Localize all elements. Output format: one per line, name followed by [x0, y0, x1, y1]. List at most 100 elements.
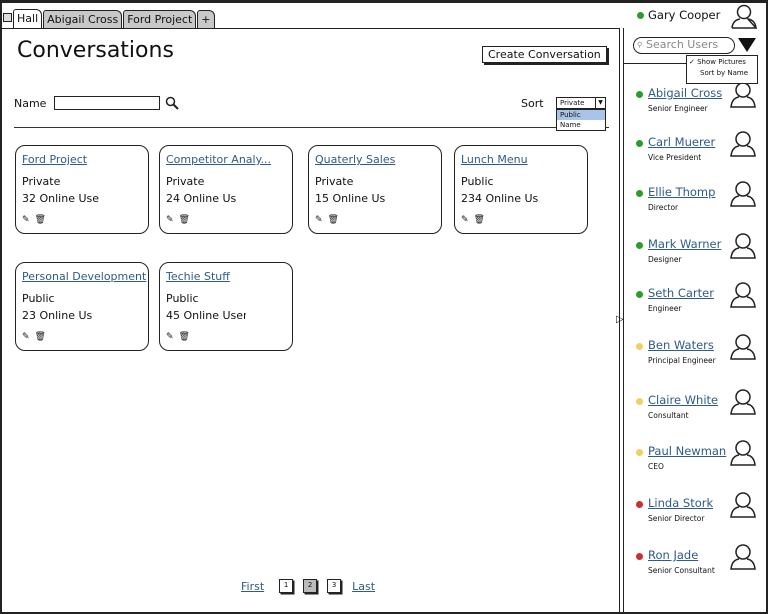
user-role: Designer [648, 255, 682, 264]
tab-divider [2, 28, 620, 29]
menu-item-show-pictures[interactable]: ✓ Show Pictures [687, 56, 757, 66]
edit-pencil-icon[interactable]: ✎ [315, 215, 323, 225]
edit-pencil-icon[interactable]: ✎ [22, 215, 30, 225]
conversation-online-count: 234 Online Us [461, 192, 539, 205]
tab-hall[interactable]: Hall [13, 9, 43, 29]
delete-trash-icon[interactable]: 🗑 [179, 215, 190, 225]
status-dot [636, 553, 643, 560]
sort-selected-value: Private [560, 99, 585, 107]
conversation-title-link[interactable]: Techie Stuff [166, 270, 230, 283]
delete-trash-icon[interactable]: 🗑 [179, 332, 190, 342]
last-page-link[interactable]: Last [352, 580, 375, 593]
sort-select[interactable]: Private ▼ [556, 97, 606, 109]
status-dot [636, 343, 643, 350]
tab-bar: Hall Abigail Cross Ford Project + [13, 9, 216, 29]
user-avatar-icon[interactable] [728, 130, 758, 158]
sort-option-name[interactable]: Name [557, 120, 605, 130]
conversation-title-link[interactable]: Ford Project [22, 153, 87, 166]
user-avatar-icon[interactable] [728, 543, 758, 571]
conversation-online-count: 23 Online Us [22, 309, 93, 322]
user-role: Senior Engineer [648, 104, 708, 113]
chevron-down-icon: ▼ [595, 98, 605, 108]
sort-option-public[interactable]: Public [557, 110, 605, 120]
panel-divider [624, 63, 686, 64]
search-users-input[interactable]: ⚲ Search Users [633, 37, 735, 54]
user-avatar-icon[interactable] [728, 281, 758, 309]
user-options-menu: ✓ Show Pictures Sort by Name [686, 55, 758, 84]
user-avatar-icon[interactable] [728, 333, 758, 361]
create-conversation-button[interactable]: Create Conversation [482, 46, 607, 63]
user-name-link[interactable]: Mark Warner [648, 237, 721, 251]
user-role: CEO [648, 462, 664, 471]
user-list-item: Abigail Cross Senior Engineer [636, 82, 762, 128]
page-2-button[interactable]: 2 [303, 579, 318, 593]
conversation-title-link[interactable]: Lunch Menu [461, 153, 528, 166]
user-avatar-icon[interactable] [728, 388, 758, 416]
sort-dropdown: Public Name [556, 109, 606, 131]
user-role: Director [648, 203, 679, 212]
page-1-button[interactable]: 1 [279, 579, 294, 593]
conversation-title-link[interactable]: Competitor Analy... [166, 153, 271, 166]
current-user-avatar-icon[interactable] [729, 3, 759, 29]
delete-trash-icon[interactable]: 🗑 [328, 215, 339, 225]
search-icon[interactable] [165, 96, 179, 110]
show-pictures-label: Show Pictures [697, 58, 746, 66]
user-avatar-icon[interactable] [728, 232, 758, 260]
user-list-item: Mark Warner Designer [636, 233, 762, 279]
user-name-link[interactable]: Abigail Cross [648, 86, 722, 100]
first-page-link[interactable]: First [241, 580, 264, 593]
delete-trash-icon[interactable]: 🗑 [474, 215, 485, 225]
page-3-button[interactable]: 3 [327, 579, 342, 593]
delete-trash-icon[interactable]: 🗑 [35, 215, 46, 225]
tab-abigail-cross[interactable]: Abigail Cross [43, 10, 123, 29]
user-list-item: Paul Newman CEO [636, 440, 762, 486]
conversation-title-link[interactable]: Quaterly Sales [315, 153, 395, 166]
status-dot [636, 501, 643, 508]
conversation-card: Personal Development Public 23 Online Us… [15, 262, 149, 351]
conversation-visibility: Private [166, 175, 205, 188]
edit-pencil-icon[interactable]: ✎ [461, 215, 469, 225]
edit-pencil-icon[interactable]: ✎ [22, 332, 30, 342]
conversation-visibility: Public [461, 175, 494, 188]
collapse-panel-handle[interactable]: ▷ [616, 314, 624, 325]
user-list-item: Seth Carter Engineer [636, 282, 762, 328]
status-dot [636, 291, 643, 298]
page-title: Conversations [17, 38, 174, 63]
status-dot [636, 242, 643, 249]
user-avatar-icon[interactable] [728, 439, 758, 467]
user-name-link[interactable]: Claire White [648, 393, 718, 407]
user-list-item: Linda Stork Senior Director [636, 492, 762, 538]
user-options-dropdown-icon[interactable] [738, 38, 756, 52]
user-name-link[interactable]: Ben Waters [648, 338, 714, 352]
name-input[interactable] [54, 96, 160, 110]
add-tab-button[interactable]: + [197, 10, 215, 29]
pagination: First 1 2 3 Last [241, 579, 375, 593]
tab-ford-project[interactable]: Ford Project [123, 10, 197, 29]
current-user-name[interactable]: Gary Cooper [648, 8, 720, 22]
conversation-online-count: 45 Online User [166, 309, 246, 322]
user-role: Senior Consultant [648, 566, 715, 575]
name-label: Name [14, 97, 47, 110]
user-avatar-icon[interactable] [728, 491, 758, 519]
user-name-link[interactable]: Ellie Thomp [648, 185, 715, 199]
user-avatar-icon[interactable] [728, 180, 758, 208]
menu-item-sort-by-name[interactable]: Sort by Name [687, 66, 757, 77]
user-list-item: Claire White Consultant [636, 389, 762, 435]
user-name-link[interactable]: Carl Muerer [648, 135, 715, 149]
window-menu-icon[interactable] [3, 13, 12, 22]
user-name-link[interactable]: Paul Newman [648, 444, 726, 458]
conversation-title-link[interactable]: Personal Development [22, 270, 146, 283]
user-list-item: Ben Waters Principal Engineer [636, 334, 762, 380]
current-user-status-dot [637, 12, 644, 19]
delete-trash-icon[interactable]: 🗑 [35, 332, 46, 342]
conversation-card: Competitor Analy... Private 24 Online Us… [159, 145, 293, 234]
user-list-item: Ellie Thomp Director [636, 181, 762, 227]
status-dot [636, 140, 643, 147]
sort-label: Sort [521, 97, 544, 110]
user-name-link[interactable]: Linda Stork [648, 496, 713, 510]
edit-pencil-icon[interactable]: ✎ [166, 332, 174, 342]
edit-pencil-icon[interactable]: ✎ [166, 215, 174, 225]
user-name-link[interactable]: Ron Jade [648, 548, 698, 562]
user-name-link[interactable]: Seth Carter [648, 286, 714, 300]
user-avatar-icon[interactable] [728, 81, 758, 109]
